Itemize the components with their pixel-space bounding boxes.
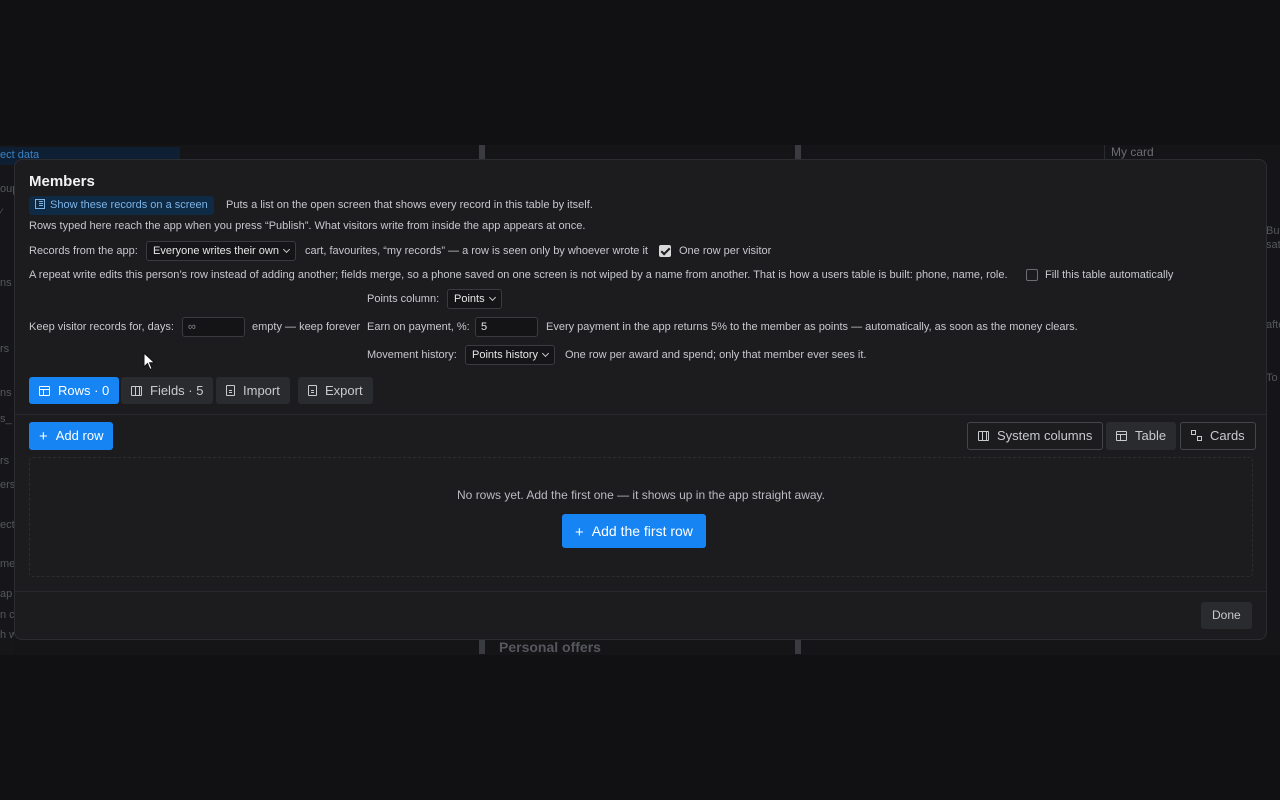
background-fragment: ns: [0, 387, 12, 399]
background-fragment: afte: [1266, 319, 1280, 331]
autofill-label: Fill this table automatically: [1045, 269, 1174, 281]
plus-icon: +: [39, 428, 48, 445]
show-on-screen-button[interactable]: Show these records on a screen: [29, 196, 214, 215]
movement-history-select[interactable]: Points history: [465, 345, 556, 365]
repeat-write-note: A repeat write edits this person’s row i…: [29, 269, 1008, 281]
chevron-down-icon: [541, 349, 550, 358]
points-column-select[interactable]: Points: [447, 289, 502, 309]
system-columns-label: System columns: [997, 428, 1093, 443]
background-fragment: n ca: [0, 609, 14, 621]
background-fragment: ap: [0, 588, 13, 600]
tab-rows[interactable]: Rows · 0: [29, 377, 120, 404]
divider: [15, 414, 1266, 415]
background-fragment: me: [0, 558, 14, 570]
view-cards-button[interactable]: Cards: [1180, 422, 1256, 450]
tab-fields[interactable]: Fields · 5: [121, 377, 214, 404]
background-divider: [479, 640, 485, 654]
keep-records-input[interactable]: ∞: [182, 317, 245, 337]
earn-label: Earn on payment, %:: [367, 321, 470, 333]
movement-history-value: Points history: [472, 349, 539, 361]
show-on-screen-label: Show these records on a screen: [50, 199, 208, 211]
background-fragment: ns: [0, 277, 12, 289]
list-icon: [35, 199, 45, 209]
movement-history-description: One row per award and spend; only that m…: [565, 349, 867, 361]
publish-note: Rows typed here reach the app when you p…: [29, 220, 586, 232]
dialog-title: Members: [29, 173, 95, 190]
tab-export[interactable]: Export: [298, 377, 373, 404]
chevron-down-icon: [282, 245, 290, 254]
plus-icon: +: [575, 524, 584, 541]
grid-icon: [1191, 430, 1202, 441]
tab-fields-label: Fields · 5: [150, 383, 204, 398]
empty-state-message: No rows yet. Add the first one — it show…: [457, 488, 825, 502]
movement-history-label: Movement history:: [367, 349, 457, 361]
table-icon: [1116, 431, 1127, 441]
tab-import-label: Import: [243, 383, 280, 398]
columns-icon: [131, 386, 142, 396]
background-sidebar: [0, 145, 14, 655]
file-export-icon: [308, 385, 317, 396]
earn-percent-input[interactable]: 5: [475, 317, 538, 337]
records-mode-value: Everyone writes their own: [153, 245, 279, 257]
background-fragment: ⁄: [0, 207, 2, 219]
one-row-per-visitor-checkbox[interactable]: [659, 245, 671, 257]
background-fragment: oup: [0, 183, 14, 195]
show-on-screen-description: Puts a list on the open screen that show…: [226, 199, 593, 211]
records-mode-select[interactable]: Everyone writes their own: [146, 241, 296, 261]
one-row-per-visitor-label: One row per visitor: [679, 245, 772, 257]
background-fragment: Bu: [1266, 225, 1280, 237]
earn-description: Every payment in the app returns 5% to t…: [546, 321, 1078, 333]
empty-state: No rows yet. Add the first one — it show…: [29, 457, 1253, 577]
background-divider: [795, 145, 801, 159]
table-icon: [39, 386, 50, 396]
tab-export-label: Export: [325, 383, 363, 398]
add-row-button[interactable]: + Add row: [29, 422, 114, 450]
background-fragment: rs: [0, 343, 10, 355]
background-fragment: h w: [0, 629, 14, 641]
keep-records-hint: empty — keep forever: [252, 321, 361, 333]
add-first-row-button[interactable]: + Add the first row: [562, 514, 706, 548]
divider: [15, 591, 1266, 592]
background-fragment: ers: [0, 479, 14, 491]
background-fragment: ect: [0, 519, 14, 531]
add-row-label: Add row: [55, 428, 104, 443]
view-table-button[interactable]: Table: [1106, 422, 1177, 450]
file-import-icon: [226, 385, 235, 396]
chevron-down-icon: [488, 293, 496, 302]
records-description: cart, favourites, “my records” — a row i…: [305, 245, 648, 257]
points-column-label: Points column:: [367, 293, 440, 305]
system-columns-button[interactable]: System columns: [967, 422, 1104, 450]
tab-import[interactable]: Import: [216, 377, 290, 404]
view-table-label: Table: [1135, 428, 1167, 443]
background-divider: [479, 145, 485, 159]
done-button[interactable]: Done: [1201, 602, 1252, 629]
background-fragment: sat: [1266, 239, 1280, 251]
records-label: Records from the app:: [29, 245, 138, 257]
autofill-checkbox[interactable]: [1026, 269, 1038, 281]
view-cards-label: Cards: [1210, 428, 1245, 443]
background-fragment: s_: [0, 413, 12, 425]
background-fragment: To: [1266, 372, 1278, 384]
keep-records-label: Keep visitor records for, days:: [29, 321, 174, 333]
columns-icon: [978, 431, 989, 441]
background-fragment: rs: [0, 455, 10, 467]
background-personal-offers: Personal offers: [499, 639, 601, 655]
tab-rows-label: Rows · 0: [58, 383, 110, 398]
members-dialog: Members Show these records on a screen P…: [14, 159, 1267, 640]
add-first-row-label: Add the first row: [591, 523, 693, 539]
points-column-value: Points: [454, 293, 485, 305]
background-divider: [795, 640, 801, 654]
